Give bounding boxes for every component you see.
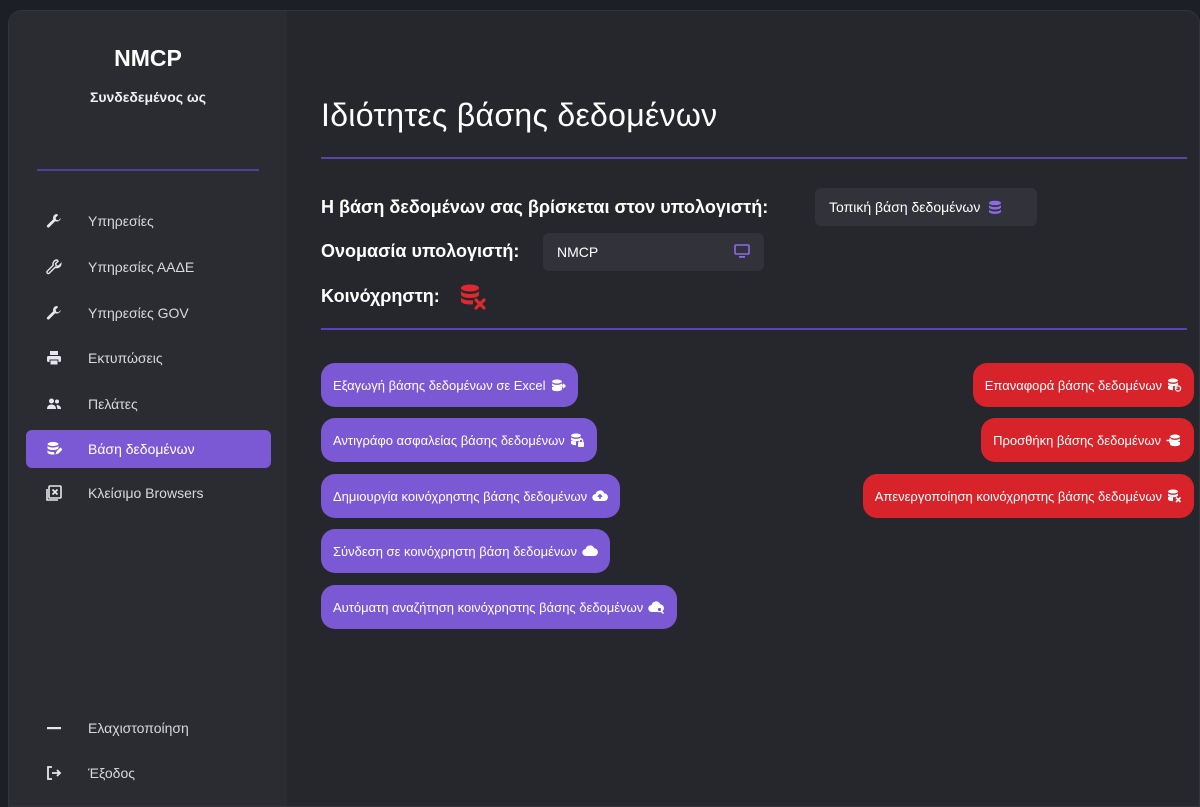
auto-search-shared-database-button[interactable]: Αυτόματη αναζήτηση κοινόχρηστης βάσης δε… bbox=[321, 585, 678, 629]
main-content: Ιδιότητες βάσης δεδομένων Η βάση δεδομέν… bbox=[287, 11, 1199, 806]
app-window: NMCP Συνδεδεμένος ως Υπηρεσίες Υπηρεσίες… bbox=[8, 10, 1200, 807]
wrench-icon bbox=[44, 211, 64, 231]
sidebar-item-exit[interactable]: Έξοδος bbox=[26, 754, 271, 792]
db-location-value: Τοπική βάση δεδομένων bbox=[815, 188, 1037, 226]
users-icon bbox=[44, 394, 64, 414]
sidebar-item-label: Κλείσιμο Browsers bbox=[88, 485, 204, 501]
cloud-icon bbox=[582, 545, 599, 557]
sidebar-item-customers[interactable]: Πελάτες bbox=[26, 385, 271, 423]
brand-title: NMCP bbox=[114, 45, 182, 71]
sidebar: NMCP Συνδεδεμένος ως Υπηρεσίες Υπηρεσίες… bbox=[9, 11, 287, 806]
connect-shared-database-button[interactable]: Σύνδεση σε κοινόχρηστη βάση δεδομένων bbox=[321, 529, 611, 573]
create-shared-database-button[interactable]: Δημιουργία κοινόχρηστης βάσης δεδομένων bbox=[321, 474, 621, 518]
exit-icon bbox=[44, 763, 64, 783]
sidebar-item-minimize[interactable]: Ελαχιστοποίηση bbox=[26, 709, 271, 747]
sidebar-item-prints[interactable]: Εκτυπώσεις bbox=[26, 339, 271, 377]
button-label: Αντιγράφο ασφαλείας βάσης δεδομένων bbox=[333, 432, 565, 448]
database-not-shared-icon bbox=[459, 283, 487, 311]
db-location-label: Η βάση δεδομένων σας βρίσκεται στον υπολ… bbox=[321, 197, 769, 217]
disable-shared-database-button[interactable]: Απενεργοποίηση κοινόχρηστης βάσης δεδομέ… bbox=[862, 474, 1194, 518]
cloud-search-icon bbox=[648, 600, 665, 614]
database-icon bbox=[988, 200, 1002, 215]
db-location-text: Τοπική βάση δεδομένων bbox=[829, 199, 981, 215]
button-label: Εξαγωγή βάσης δεδομένων σε Excel bbox=[333, 377, 546, 393]
title-divider bbox=[321, 157, 1187, 159]
properties-divider bbox=[321, 328, 1187, 330]
sidebar-item-aade-services[interactable]: Υπηρεσίες ΑΑΔΕ bbox=[26, 248, 271, 286]
restore-database-button[interactable]: Επαναφορά βάσης δεδομένων bbox=[972, 363, 1194, 407]
sidebar-item-services[interactable]: Υπηρεσίες bbox=[26, 202, 271, 240]
logged-in-label: Συνδεδεμένος ως bbox=[89, 89, 207, 105]
sidebar-item-label: Έξοδος bbox=[88, 765, 135, 781]
db-remove-icon bbox=[1167, 489, 1182, 503]
minimize-icon bbox=[44, 718, 64, 738]
db-restore-icon bbox=[1167, 378, 1182, 392]
sidebar-item-gov-services[interactable]: Υπηρεσίες GOV bbox=[26, 294, 271, 332]
printer-icon bbox=[44, 348, 64, 368]
cloud-upload-icon bbox=[592, 490, 609, 502]
computer-name-field: NMCP bbox=[543, 233, 764, 271]
sidebar-item-label: Πελάτες bbox=[88, 396, 138, 412]
sidebar-item-label: Υπηρεσίες bbox=[88, 213, 154, 229]
db-lock-icon bbox=[570, 433, 585, 447]
sidebar-item-label: Εκτυπώσεις bbox=[88, 350, 163, 366]
wrench-icon bbox=[44, 303, 64, 323]
page-title: Ιδιότητες βάσης δεδομένων bbox=[321, 97, 718, 133]
db-export-icon bbox=[551, 379, 566, 392]
sidebar-item-close-browsers[interactable]: Κλείσιμο Browsers bbox=[26, 474, 271, 512]
sidebar-item-label: Βάση δεδομένων bbox=[88, 441, 195, 457]
button-label: Αυτόματη αναζήτηση κοινόχρηστης βάσης δε… bbox=[333, 599, 644, 615]
button-label: Προσθήκη βάσης δεδομένων bbox=[993, 432, 1161, 448]
close-window-icon bbox=[44, 483, 64, 503]
monitor-icon bbox=[734, 244, 750, 259]
backup-database-button[interactable]: Αντιγράφο ασφαλείας βάσης δεδομένων bbox=[321, 418, 597, 462]
sidebar-item-label: Υπηρεσίες GOV bbox=[88, 305, 189, 321]
export-excel-button[interactable]: Εξαγωγή βάσης δεδομένων σε Excel bbox=[321, 363, 578, 407]
computer-name-text: NMCP bbox=[557, 244, 599, 260]
sidebar-item-database[interactable]: Βάση δεδομένων bbox=[26, 430, 271, 468]
button-label: Απενεργοποίηση κοινόχρηστης βάσης δεδομέ… bbox=[874, 488, 1162, 504]
computer-name-label: Ονομασία υπολογιστή: bbox=[321, 241, 520, 261]
db-import-icon bbox=[1166, 434, 1182, 447]
shared-label: Κοινόχρηστη: bbox=[321, 286, 440, 306]
button-label: Δημιουργία κοινόχρηστης βάσης δεδομένων bbox=[333, 488, 588, 504]
sidebar-item-label: Ελαχιστοποίηση bbox=[88, 720, 189, 736]
wrench-icon bbox=[44, 257, 64, 277]
sidebar-divider bbox=[37, 169, 259, 171]
sidebar-item-label: Υπηρεσίες ΑΑΔΕ bbox=[88, 259, 195, 275]
add-database-button[interactable]: Προσθήκη βάσης δεδομένων bbox=[981, 418, 1194, 462]
database-icon bbox=[44, 439, 64, 459]
button-label: Σύνδεση σε κοινόχρηστη βάση δεδομένων bbox=[333, 543, 578, 559]
button-label: Επαναφορά βάσης δεδομένων bbox=[984, 377, 1162, 393]
